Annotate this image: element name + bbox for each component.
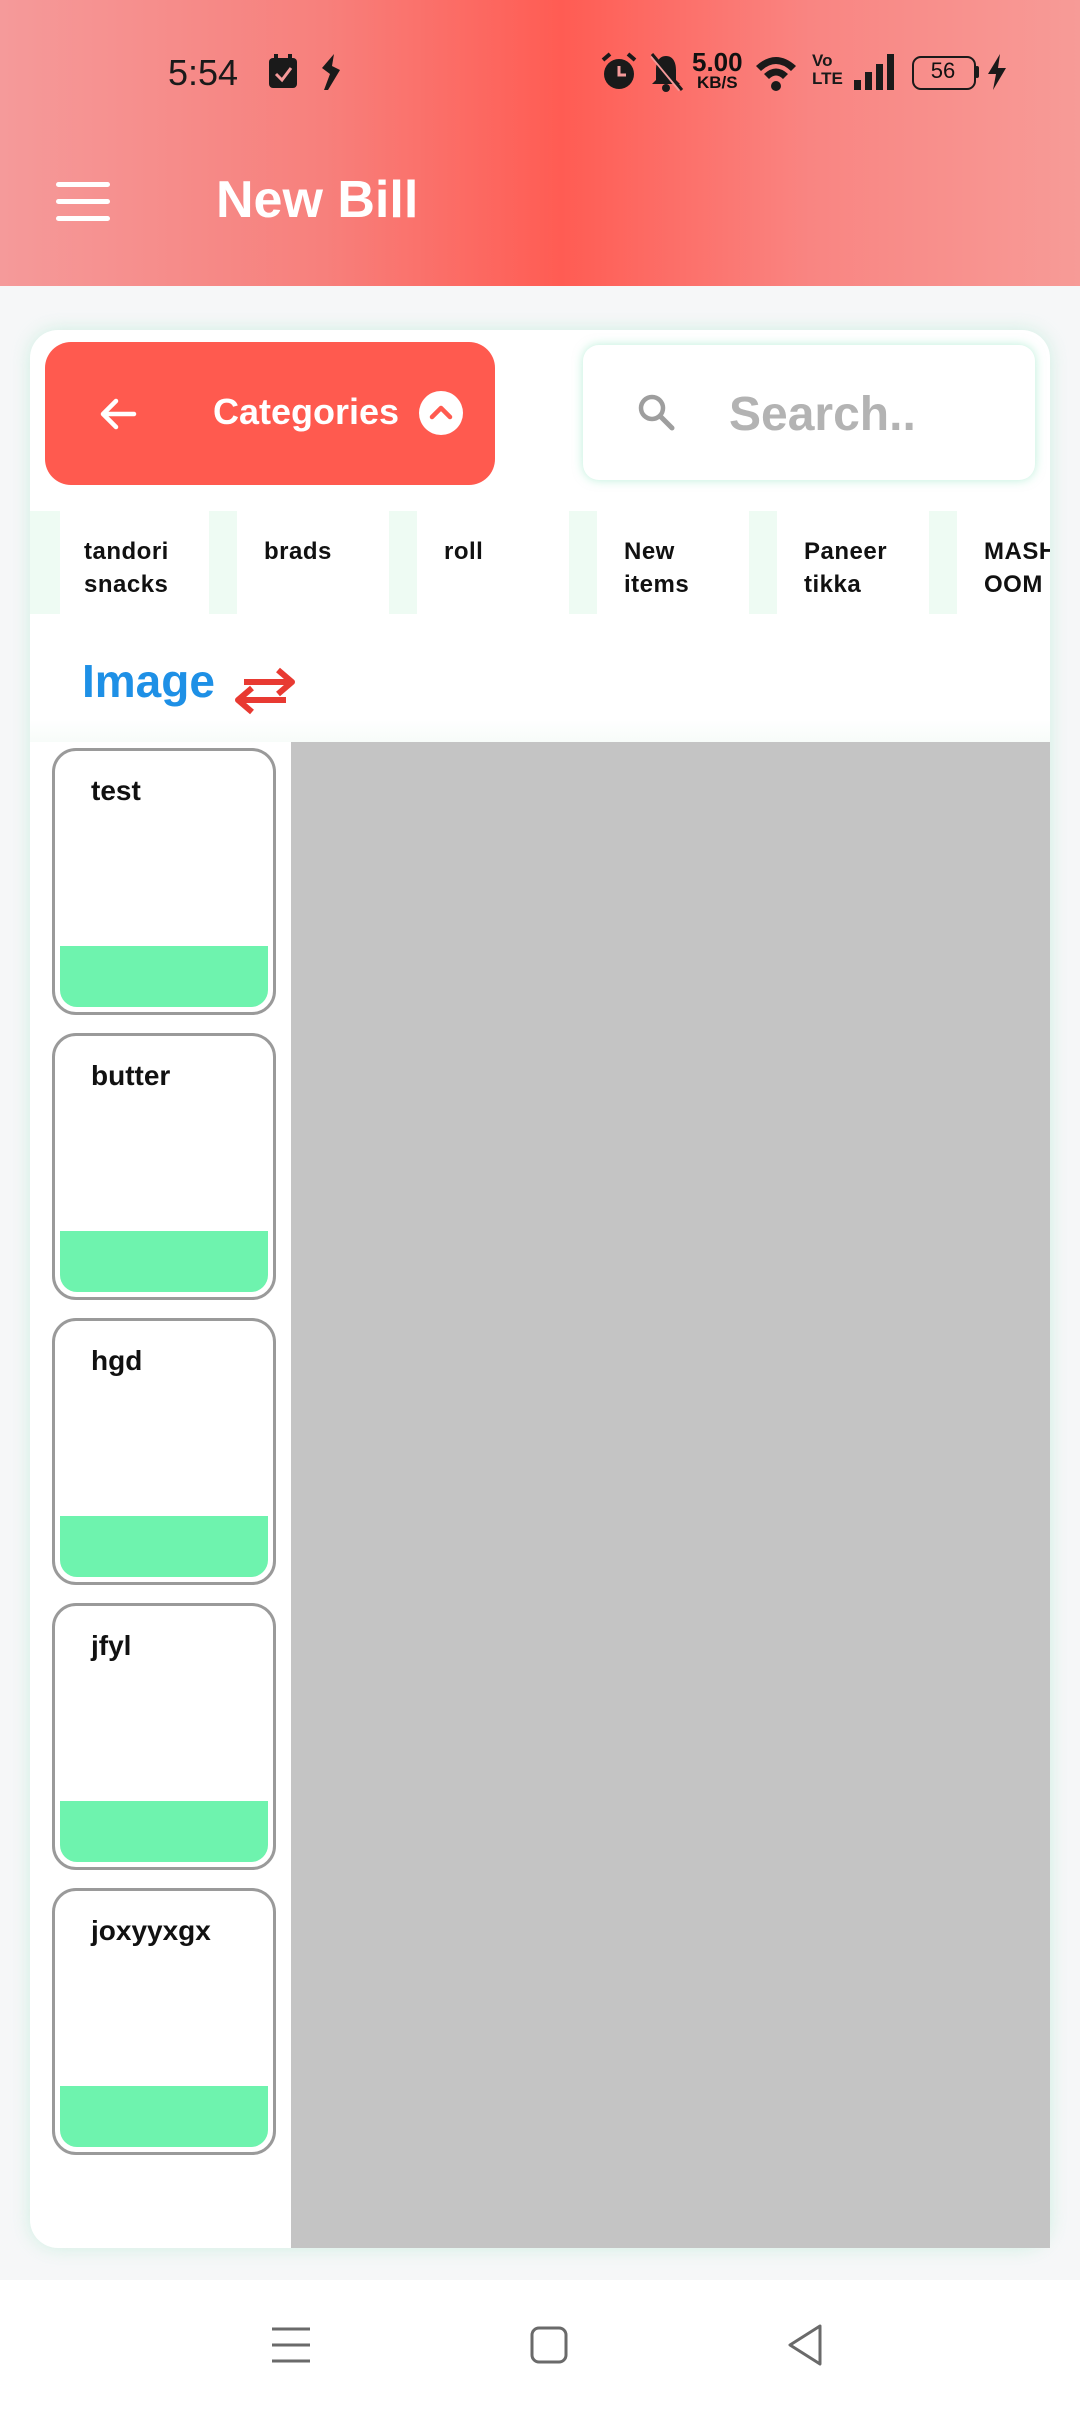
chip-divider [929, 511, 957, 614]
category-chip[interactable]: roll [418, 511, 573, 614]
page-title: New Bill [216, 171, 419, 229]
arrow-left-icon[interactable] [96, 392, 140, 436]
chip-divider [389, 511, 417, 614]
search-placeholder: Search.. [729, 388, 916, 441]
product-footer-bar [60, 2086, 268, 2147]
product-name: hgd [91, 1345, 143, 1376]
product-card[interactable]: test [52, 748, 276, 1015]
chip-divider [209, 511, 237, 614]
back-icon[interactable] [784, 2322, 826, 2368]
calendar-app-icon [269, 54, 297, 88]
charging-icon [988, 54, 1006, 90]
product-name: butter [91, 1060, 171, 1091]
mute-icon [650, 53, 684, 92]
categories-label: Categories [213, 391, 400, 432]
recents-icon[interactable] [270, 2324, 312, 2366]
app-header [0, 0, 1080, 286]
product-footer-bar [60, 1231, 268, 1292]
home-icon[interactable] [528, 2324, 570, 2366]
product-card[interactable]: butter [52, 1033, 276, 1300]
product-name: joxyyxgx [91, 1915, 211, 1946]
category-chip[interactable]: New items [598, 511, 753, 614]
status-time: 5:54 [168, 52, 239, 93]
chip-divider [569, 511, 597, 614]
category-chip[interactable]: brads [238, 511, 393, 614]
battery-level: 56 [930, 58, 956, 83]
product-card[interactable]: jfyl [52, 1603, 276, 1870]
category-chip[interactable]: tandori snacks [58, 511, 213, 614]
product-footer-bar [60, 1801, 268, 1862]
category-chip[interactable]: MASH OOM [958, 511, 1050, 614]
product-card[interactable]: joxyyxgx [52, 1888, 276, 2155]
product-footer-bar [60, 1516, 268, 1577]
battery-icon: 56 [912, 56, 982, 90]
wifi-icon [756, 57, 796, 91]
chip-divider [749, 511, 777, 614]
product-footer-bar [60, 946, 268, 1007]
app-notification-icon [322, 54, 340, 90]
signal-icon [854, 54, 894, 90]
product-name: test [91, 775, 141, 806]
product-name: jfyl [91, 1630, 132, 1661]
network-speed: 5.00 KB/S [692, 47, 743, 92]
category-chip[interactable]: Paneer tikka [778, 511, 933, 614]
alarm-icon [601, 52, 637, 89]
search-icon [638, 394, 675, 431]
bill-preview-area [291, 742, 1050, 2248]
chevron-up-icon[interactable] [419, 391, 463, 435]
swap-arrows-icon[interactable] [230, 662, 300, 718]
list-divider [30, 720, 1050, 742]
network-speed-unit: KB/S [696, 73, 738, 92]
view-mode-label[interactable]: Image [82, 654, 215, 708]
product-card[interactable]: hgd [52, 1318, 276, 1585]
hamburger-menu-icon[interactable] [56, 182, 110, 222]
volte-icon: Vo LTE [812, 51, 843, 88]
chip-divider [30, 511, 60, 614]
network-speed-value: 5.00 [692, 47, 743, 77]
